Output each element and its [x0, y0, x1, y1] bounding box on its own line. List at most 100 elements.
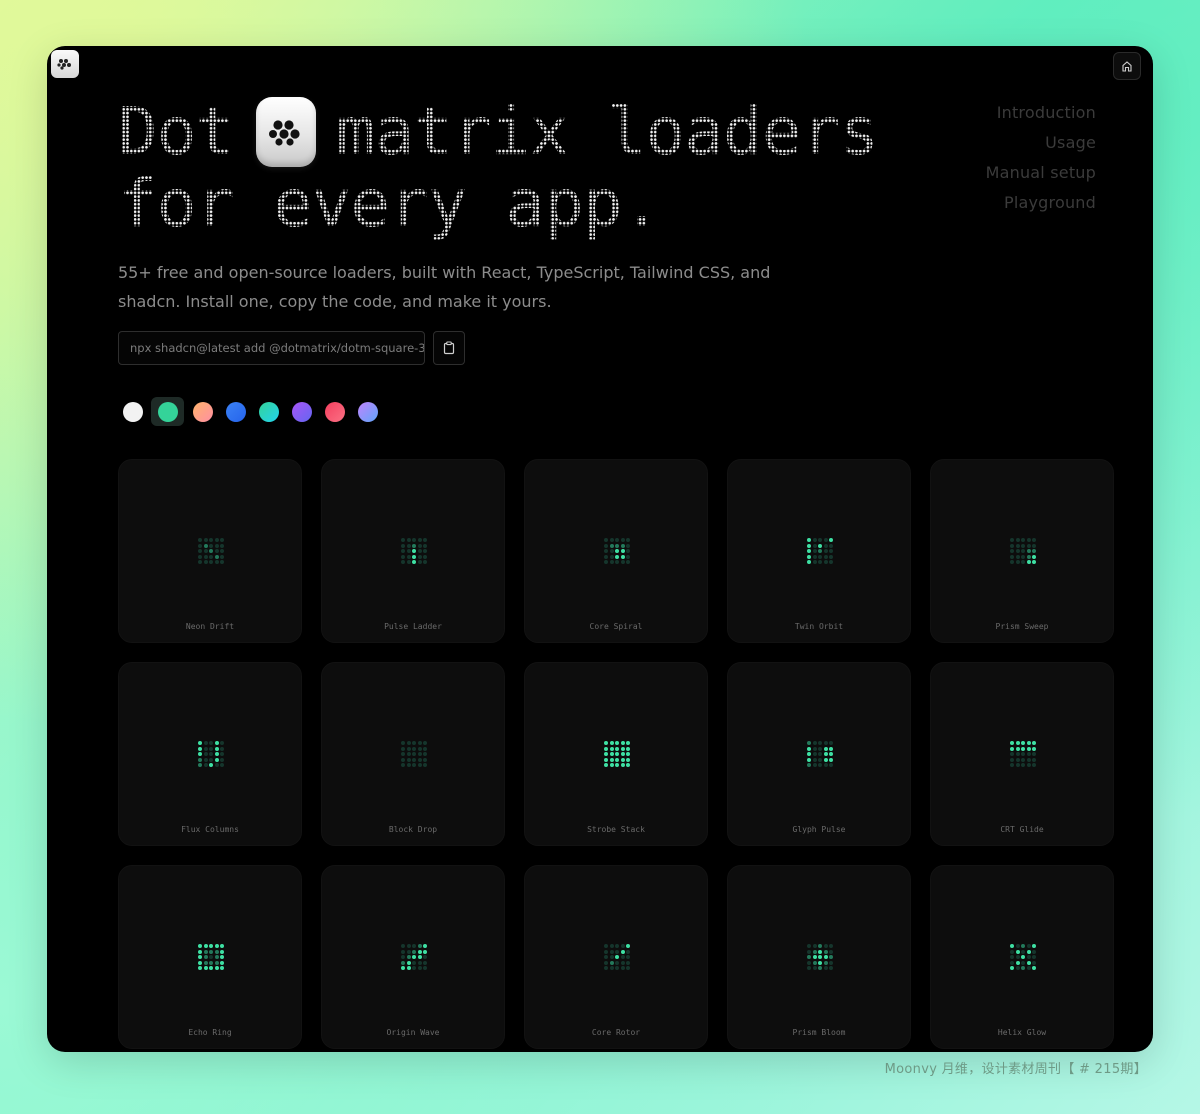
loader-dot — [807, 746, 811, 751]
loader-dot — [604, 944, 608, 948]
loader-dot — [812, 746, 817, 751]
loader-dot — [818, 741, 822, 745]
loader-dot — [1021, 746, 1025, 751]
swatch-violet[interactable] — [287, 397, 316, 426]
loader-dot — [1010, 746, 1014, 751]
install-command[interactable]: npx shadcn@latest add @dotmatrix/dotm-sq… — [118, 331, 425, 365]
loader-dot — [1021, 966, 1025, 970]
loader-dot — [412, 949, 416, 954]
loader-dot — [807, 554, 811, 559]
loader-dot — [807, 757, 811, 762]
loader-card[interactable]: Echo Ring — [118, 865, 302, 1049]
loader-dot — [1032, 746, 1036, 751]
loader-dot — [412, 746, 416, 751]
loader-dot — [812, 763, 817, 767]
loader-card[interactable]: Block Drop — [321, 662, 505, 846]
loader-dot — [626, 955, 630, 959]
loader-dot — [829, 955, 833, 959]
loader-name: Prism Bloom — [792, 1028, 846, 1037]
loader-preview — [807, 741, 833, 767]
loader-dot — [423, 944, 427, 948]
loader-card[interactable]: Strobe Stack — [524, 662, 708, 846]
loader-dot — [818, 752, 822, 756]
loader-card[interactable]: Helix Glow — [930, 865, 1114, 1049]
loader-dot — [401, 554, 405, 559]
loader-dot — [203, 752, 208, 756]
loader-dot — [1021, 554, 1025, 559]
loader-dot — [1021, 549, 1025, 553]
loader-dot — [209, 955, 213, 959]
swatch-lilac[interactable] — [353, 397, 382, 426]
loader-dot — [604, 549, 608, 553]
swatch-blue[interactable] — [221, 397, 250, 426]
loader-dot — [609, 549, 614, 553]
loader-card[interactable]: Core Spiral — [524, 459, 708, 643]
loader-dot — [1015, 741, 1020, 745]
dotmatrix-logo-icon[interactable] — [51, 50, 79, 78]
loader-dot — [401, 752, 405, 756]
copy-command-button[interactable] — [433, 331, 465, 365]
loader-dot — [220, 949, 224, 954]
swatch-peach[interactable] — [188, 397, 217, 426]
loader-dot — [401, 944, 405, 948]
loader-dot — [401, 955, 405, 959]
loader-card[interactable]: Glyph Pulse — [727, 662, 911, 846]
loader-dot — [812, 960, 817, 965]
toc-item-playground[interactable]: Playground — [986, 188, 1096, 218]
loader-dot — [626, 752, 630, 756]
loader-name: Core Spiral — [589, 622, 643, 631]
loader-card[interactable]: Prism Bloom — [727, 865, 911, 1049]
loader-dot — [1026, 752, 1031, 756]
loader-card[interactable]: Twin Orbit — [727, 459, 911, 643]
loader-dot — [220, 746, 224, 751]
loader-preview — [1010, 944, 1036, 970]
loader-dot — [609, 746, 614, 751]
loader-dot — [812, 949, 817, 954]
loader-dot — [620, 949, 625, 954]
loader-card[interactable]: Flux Columns — [118, 662, 302, 846]
loader-card[interactable]: CRT Glide — [930, 662, 1114, 846]
loader-card[interactable]: Core Rotor — [524, 865, 708, 1049]
loader-dot — [1021, 752, 1025, 756]
loader-dot — [220, 966, 224, 970]
loader-dot — [401, 746, 405, 751]
loader-dot — [423, 746, 427, 751]
loader-card[interactable]: Prism Sweep — [930, 459, 1114, 643]
loader-card[interactable]: Neon Drift — [118, 459, 302, 643]
swatch-emerald[interactable] — [151, 397, 184, 426]
hero: Dot matrix loaders for every app. 55+ fr… — [118, 96, 878, 316]
toc-item-manual-setup[interactable]: Manual setup — [986, 158, 1096, 188]
loader-dot — [609, 538, 614, 542]
loader-name: Core Rotor — [591, 1028, 641, 1037]
loader-dot — [818, 549, 822, 553]
loader-card[interactable]: Pulse Ladder — [321, 459, 505, 643]
loader-dot — [220, 763, 224, 767]
loader-dot — [1021, 543, 1025, 548]
loader-dot — [417, 955, 422, 959]
loader-dot — [615, 960, 619, 965]
loader-dot — [604, 949, 608, 954]
toc-item-introduction[interactable]: Introduction — [986, 98, 1096, 128]
loader-dot — [1010, 560, 1014, 564]
home-button[interactable] — [1113, 52, 1141, 80]
loader-dot — [209, 538, 213, 542]
loader-dot — [1010, 752, 1014, 756]
swatch-mint[interactable] — [254, 397, 283, 426]
loader-dot — [609, 554, 614, 559]
loader-dot — [203, 538, 208, 542]
loader-dot — [604, 560, 608, 564]
loader-dot — [406, 752, 411, 756]
loader-dot — [609, 960, 614, 965]
toc-item-usage[interactable]: Usage — [986, 128, 1096, 158]
loader-dot — [829, 746, 833, 751]
loader-dot — [401, 560, 405, 564]
loader-dot — [626, 538, 630, 542]
loader-dot — [1015, 538, 1020, 542]
loader-dot — [203, 763, 208, 767]
title-line-2: for every app. — [118, 165, 661, 242]
loader-card[interactable]: Origin Wave — [321, 865, 505, 1049]
loader-dot — [412, 538, 416, 542]
swatch-white[interactable] — [118, 397, 147, 426]
loader-name: Origin Wave — [386, 1028, 440, 1037]
swatch-rose[interactable] — [320, 397, 349, 426]
